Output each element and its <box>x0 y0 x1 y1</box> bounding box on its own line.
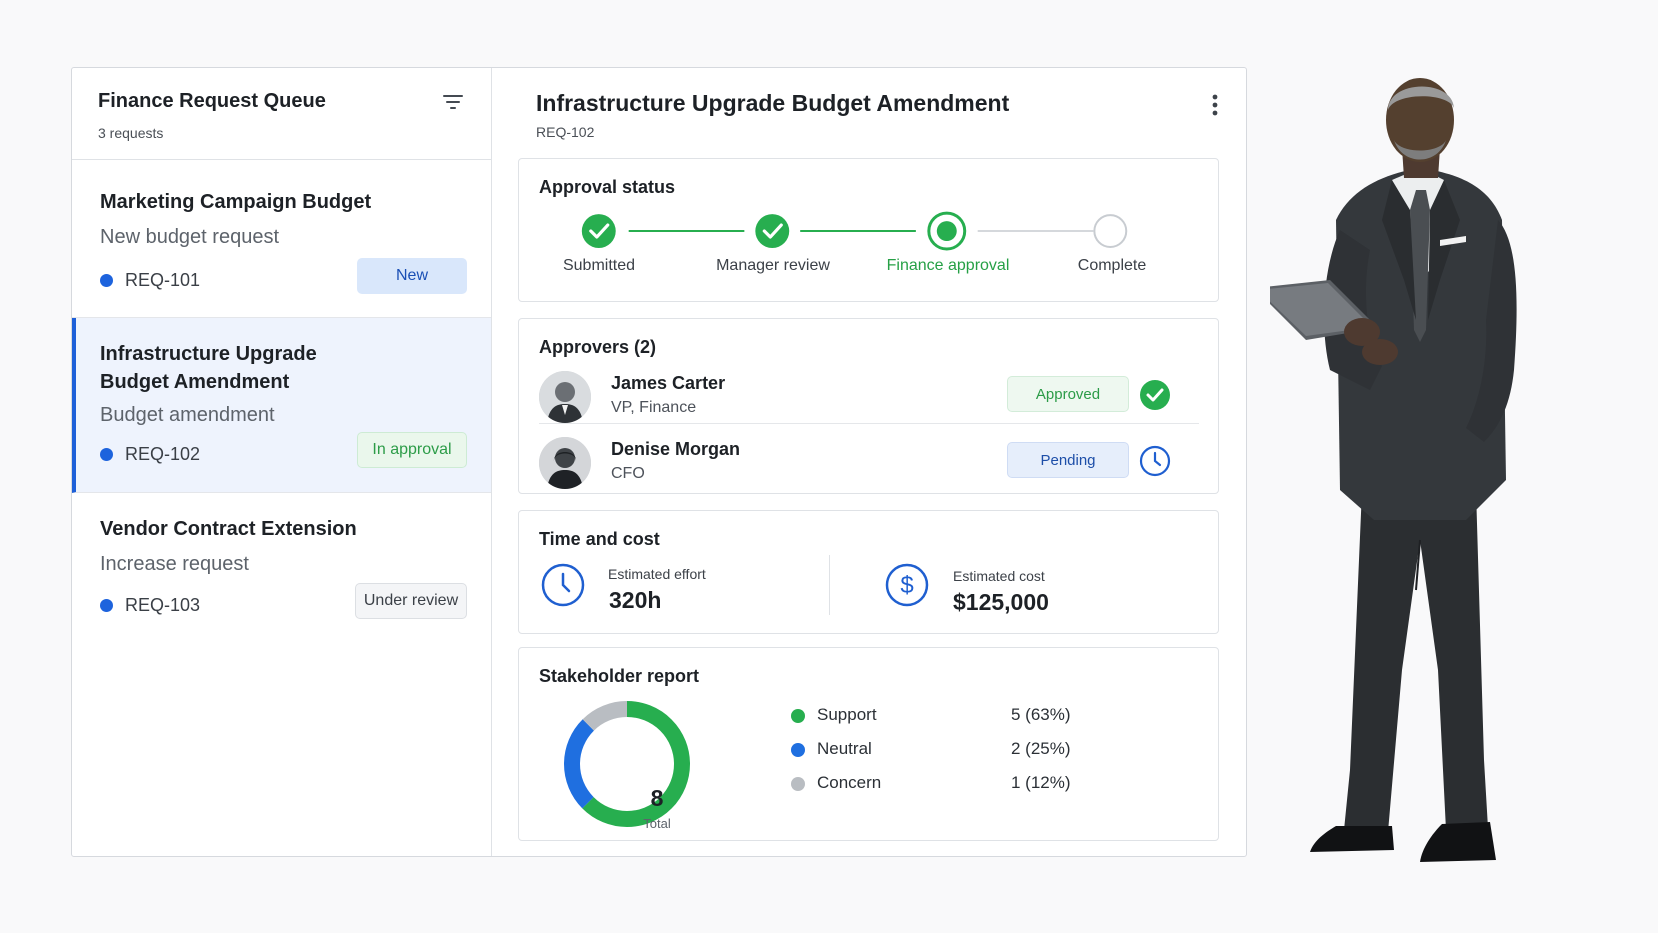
approver-divider <box>539 423 1199 424</box>
approver-status-badge: Pending <box>1007 442 1129 478</box>
approval-status-heading: Approval status <box>539 177 676 197</box>
request-item-req-101[interactable]: Marketing Campaign Budget New budget req… <box>72 160 491 318</box>
estimated-cost-value: $125,000 <box>953 589 1049 615</box>
dollar-icon: $ <box>885 563 929 607</box>
status-badge-in-approval: In approval <box>357 432 467 468</box>
approver-role: CFO <box>611 465 645 482</box>
request-id-text: REQ-103 <box>125 595 201 615</box>
more-options-icon[interactable] <box>1212 94 1218 116</box>
businessman-with-tablet-illustration <box>1270 78 1517 862</box>
request-type: Budget amendment <box>100 404 275 426</box>
request-title: Infrastructure Upgrade Budget Amendment <box>100 318 463 396</box>
approvers-heading: Approvers (2) <box>539 337 657 357</box>
approver-row[interactable]: James Carter VP, Finance Approved <box>539 363 1199 429</box>
step-complete-pending-icon <box>1093 214 1128 249</box>
step-label-manager-review: Manager review <box>716 257 830 274</box>
approver-row[interactable]: Denise Morgan CFO Pending <box>539 429 1199 495</box>
stakeholder-donut: 8 Total <box>557 694 697 834</box>
request-id-text: REQ-101 <box>125 270 201 290</box>
queue-header: Finance Request Queue 3 requests <box>72 68 491 160</box>
estimated-cost-label: Estimated cost <box>953 568 1045 584</box>
time-cost-heading: Time and cost <box>539 529 660 549</box>
request-title: Vendor Contract Extension <box>100 518 357 540</box>
stakeholder-report-card: Stakeholder report 8 Total Support 5 (63… <box>518 647 1219 841</box>
queue-title: Finance Request Queue <box>98 90 326 112</box>
request-item-req-103[interactable]: Vendor Contract Extension Increase reque… <box>72 493 491 633</box>
request-detail-panel: Infrastructure Upgrade Budget Amendment … <box>492 68 1246 856</box>
avatar <box>539 371 591 423</box>
legend-dot-concern <box>791 777 805 791</box>
step-label-submitted: Submitted <box>562 257 636 274</box>
time-cost-card: Time and cost Estimated effort 320h $ Es… <box>518 510 1219 634</box>
stakeholder-report-heading: Stakeholder report <box>539 666 700 686</box>
queue-count: 3 requests <box>98 125 164 141</box>
status-dot <box>100 599 113 612</box>
request-title: Marketing Campaign Budget <box>100 191 372 213</box>
donut-chart <box>564 701 690 827</box>
status-badge-new: New <box>357 258 467 294</box>
legend-name: Neutral <box>817 739 872 758</box>
svg-text:$: $ <box>900 572 913 599</box>
status-badge-under-review: Under review <box>355 583 467 619</box>
request-id: REQ-103 <box>100 595 200 616</box>
metric-divider <box>829 555 830 615</box>
status-dot <box>100 274 113 287</box>
status-dot <box>100 448 113 461</box>
filter-icon[interactable] <box>443 94 463 110</box>
step-submitted-check-icon <box>581 214 616 249</box>
approver-name: Denise Morgan <box>611 439 741 459</box>
legend-value: 2 (25%) <box>1011 739 1071 758</box>
approver-status-badge: Approved <box>1007 376 1129 412</box>
step-label-finance-approval: Finance approval <box>886 257 1010 274</box>
request-id: REQ-102 <box>100 444 200 465</box>
request-queue-panel: Finance Request Queue 3 requests Marketi… <box>72 68 492 856</box>
donut-total-value: 8 <box>650 785 664 811</box>
request-type: Increase request <box>100 553 249 575</box>
clock-icon <box>541 563 585 607</box>
avatar <box>539 437 591 489</box>
request-type: New budget request <box>100 226 280 248</box>
approval-stepper <box>581 211 1128 251</box>
estimated-effort-label: Estimated effort <box>608 566 706 582</box>
legend-dot-support <box>791 709 805 723</box>
request-title-line-1: Infrastructure Upgrade <box>100 343 317 365</box>
legend-row-support: Support 5 (63%) <box>791 704 1081 728</box>
check-circle-icon <box>1140 380 1170 410</box>
estimated-effort-value: 320h <box>609 587 662 613</box>
detail-title: Infrastructure Upgrade Budget Amendment <box>536 90 1010 116</box>
donut-total-label: Total <box>643 816 671 831</box>
person-avatar-icon <box>539 437 591 489</box>
legend-value: 5 (63%) <box>1011 705 1071 724</box>
app-window: Finance Request Queue 3 requests Marketi… <box>71 67 1247 857</box>
request-id-text: REQ-102 <box>125 444 201 464</box>
approver-name: James Carter <box>611 373 726 393</box>
detail-id: REQ-102 <box>536 124 595 140</box>
step-finance-approval-current-icon <box>927 211 967 251</box>
step-manager-review-check-icon <box>755 214 790 249</box>
request-title-line-2: Budget Amendment <box>100 371 290 393</box>
legend-name: Support <box>817 705 877 724</box>
request-id: REQ-101 <box>100 270 200 291</box>
person-avatar-icon <box>539 371 591 423</box>
approval-status-card: Approval status Submitted Manager review… <box>518 158 1219 302</box>
step-label-complete: Complete <box>1077 257 1147 274</box>
legend-name: Concern <box>817 773 882 792</box>
legend-row-neutral: Neutral 2 (25%) <box>791 738 1081 762</box>
legend-value: 1 (12%) <box>1011 773 1071 792</box>
legend-dot-neutral <box>791 743 805 757</box>
approvers-card: Approvers (2) James Carter VP, Finance A… <box>518 318 1219 494</box>
request-item-req-102[interactable]: Infrastructure Upgrade Budget Amendment … <box>72 318 491 493</box>
approver-role: VP, Finance <box>611 399 697 416</box>
legend-row-concern: Concern 1 (12%) <box>791 772 1081 796</box>
clock-icon <box>1139 445 1171 477</box>
